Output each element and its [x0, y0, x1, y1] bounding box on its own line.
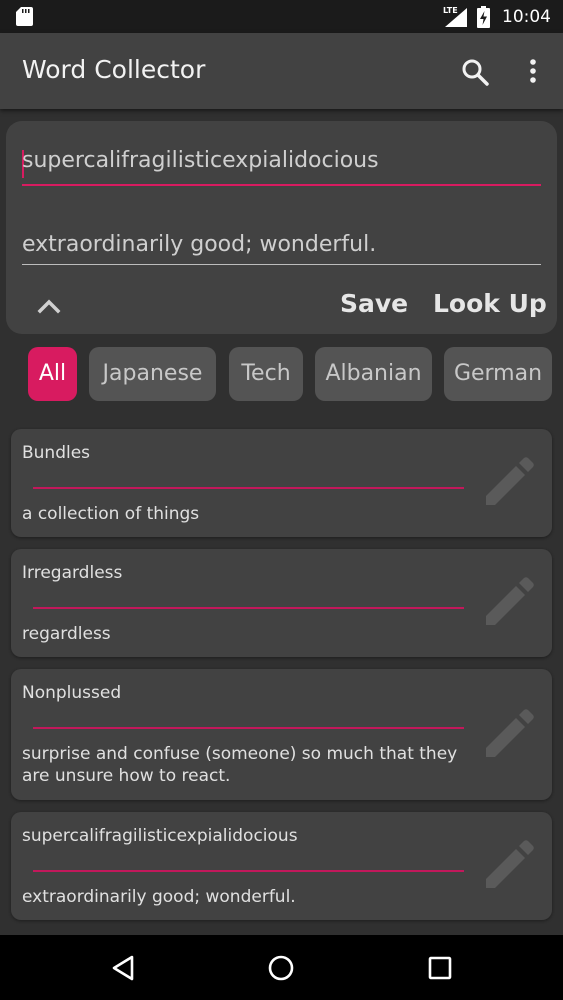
network-type-label: LTE [443, 5, 458, 15]
entry-word: Bundles [22, 443, 91, 463]
edit-pencil-icon[interactable] [480, 455, 536, 511]
entry-word: supercalifragilisticexpialidocious [22, 826, 298, 846]
edit-pencil-icon[interactable] [480, 838, 536, 894]
sd-card-icon [16, 7, 33, 26]
entry-definition: regardless [22, 624, 111, 644]
status-bar: LTE 10:04 [0, 0, 563, 33]
battery-charging-icon [477, 5, 490, 28]
list-item[interactable]: supercalifragilisticexpialidocious extra… [11, 812, 552, 920]
entry-definition: surprise and confuse (someone) so much t… [22, 744, 458, 786]
entry-definition: a collection of things [22, 504, 200, 524]
recent-apps-icon[interactable] [424, 952, 456, 984]
list-item[interactable]: Irregardless regardless [11, 549, 552, 657]
search-icon[interactable] [460, 57, 490, 87]
list-item[interactable]: Bundles a collection of things [11, 429, 552, 537]
more-options-icon[interactable] [518, 57, 548, 87]
edit-pencil-icon[interactable] [480, 707, 536, 763]
entry-divider [33, 870, 464, 872]
word-input-card: supercalifragilisticexpialidocious extra… [6, 121, 557, 334]
word-input[interactable]: supercalifragilisticexpialidocious [22, 146, 541, 186]
tab-japanese[interactable]: Japanese [89, 347, 216, 401]
definition-input[interactable]: extraordinarily good; wonderful. [22, 229, 541, 265]
entry-divider [33, 727, 464, 729]
entry-divider [33, 487, 464, 489]
edit-pencil-icon[interactable] [480, 575, 536, 631]
word-input-value: supercalifragilisticexpialidocious [22, 148, 379, 173]
tab-albanian[interactable]: Albanian [315, 347, 432, 401]
list-item[interactable]: Nonplussed surprise and confuse (someone… [11, 669, 552, 800]
app-title: Word Collector [22, 55, 206, 84]
definition-input-value: extraordinarily good; wonderful. [22, 232, 377, 257]
app-bar: Word Collector [0, 33, 563, 109]
tab-german[interactable]: German [444, 347, 552, 401]
system-navigation-bar [0, 935, 563, 1000]
entry-word: Irregardless [22, 563, 123, 583]
tab-tech[interactable]: Tech [229, 347, 303, 401]
entry-definition: extraordinarily good; wonderful. [22, 887, 296, 907]
entry-word: Nonplussed [22, 683, 122, 703]
tab-all[interactable]: All [28, 347, 77, 401]
back-icon[interactable] [108, 952, 140, 984]
look-up-button[interactable]: Look Up [433, 289, 547, 318]
save-button[interactable]: Save [340, 289, 408, 318]
cell-signal-icon: LTE [443, 6, 469, 28]
home-icon[interactable] [265, 952, 297, 984]
entry-divider [33, 607, 464, 609]
chevron-up-icon[interactable] [36, 293, 62, 319]
clock: 10:04 [502, 6, 551, 27]
